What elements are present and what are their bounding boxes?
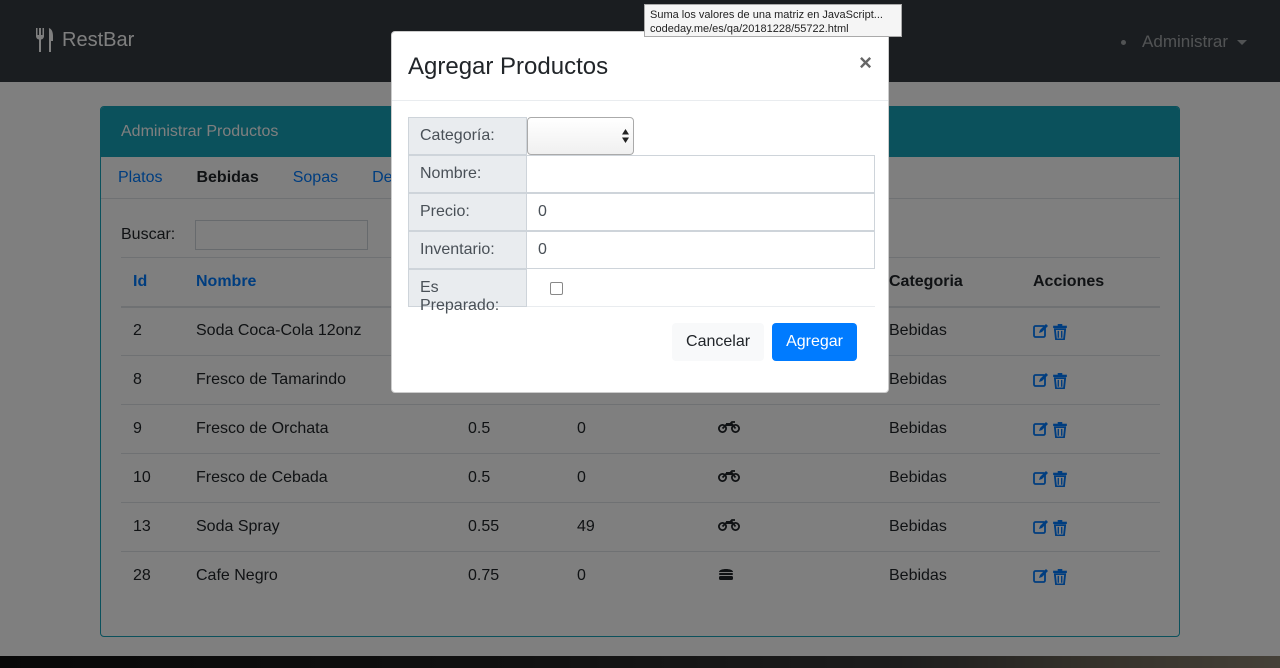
- close-button[interactable]: ×: [859, 50, 872, 76]
- label-categoria: Categoría:: [408, 117, 527, 155]
- select-arrows-icon: [622, 129, 629, 143]
- categoria-select[interactable]: [527, 117, 634, 155]
- preparado-wrapper: [527, 269, 875, 307]
- cancel-button[interactable]: Cancelar: [672, 323, 765, 361]
- modal-title: Agregar Productos: [408, 53, 609, 80]
- preparado-checkbox[interactable]: [550, 282, 563, 295]
- product-form: Categoría: Nombre: Precio: 0 Inventario:…: [408, 117, 875, 314]
- label-inventario: Inventario:: [408, 231, 527, 269]
- inventario-input[interactable]: 0: [527, 231, 875, 269]
- row-preparado: Es Preparado:: [408, 269, 875, 314]
- add-button[interactable]: Agregar: [772, 323, 857, 361]
- row-nombre: Nombre:: [408, 155, 875, 193]
- row-inventario: Inventario: 0: [408, 231, 875, 269]
- row-categoria: Categoría:: [408, 117, 875, 155]
- label-preparado: Es Preparado:: [408, 269, 527, 314]
- precio-input[interactable]: 0: [527, 193, 875, 231]
- label-precio: Precio:: [408, 193, 527, 231]
- modal-footer: Cancelar Agregar: [672, 323, 857, 361]
- tooltip-url: codeday.me/es/qa/20181228/55722.html: [650, 23, 849, 35]
- add-product-modal: Agregar Productos × Categoría: Nombre: P…: [391, 31, 889, 393]
- label-nombre: Nombre:: [408, 155, 527, 193]
- row-precio: Precio: 0: [408, 193, 875, 231]
- link-tooltip: Suma los valores de una matriz en JavaSc…: [644, 4, 902, 37]
- nombre-input[interactable]: [527, 155, 875, 193]
- modal-header: Agregar Productos ×: [392, 32, 888, 101]
- tooltip-title: Suma los valores de una matriz en JavaSc…: [650, 9, 883, 21]
